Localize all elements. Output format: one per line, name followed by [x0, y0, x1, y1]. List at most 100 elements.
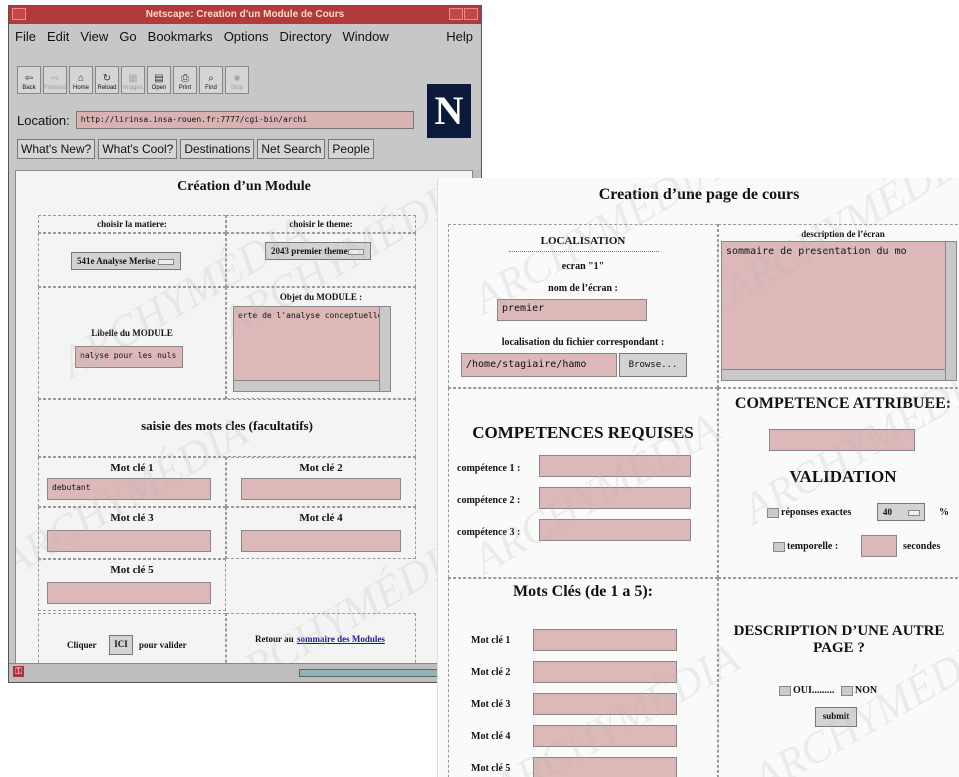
description-label: description de l’écran — [801, 229, 885, 239]
forward-button[interactable]: ⇨ Forward — [43, 66, 67, 94]
people-button[interactable]: People — [328, 139, 374, 159]
temporelle-input[interactable] — [861, 535, 897, 557]
reponses-label: réponses exactes — [781, 507, 852, 518]
reponses-select[interactable]: 40 — [877, 503, 925, 521]
page-content: Création d’un Module choisir la matiere:… — [15, 170, 473, 664]
retour-cell: Retour au sommaire des Modules — [226, 613, 416, 663]
whats-new-button[interactable]: What's New? — [17, 139, 96, 159]
keyword2-input[interactable] — [241, 478, 401, 500]
motcle5-input[interactable] — [533, 757, 677, 777]
temporelle-row: temporelle : — [773, 541, 838, 552]
submit-button[interactable]: submit — [815, 707, 857, 727]
motcle1-input[interactable] — [533, 629, 677, 651]
toolbar: ⇦ Back ⇨ Forward ⌂ Home ↻ Reload ▦ Images ▤ Open ⎙ Pr… — [17, 66, 249, 94]
reponses-checkbox[interactable] — [767, 507, 779, 518]
stop-button[interactable]: ■ Stop — [225, 66, 249, 94]
reload-button[interactable]: ↻ Reload — [95, 66, 119, 94]
objet-textarea[interactable]: erte de l'analyse conceptuelle — [233, 306, 391, 392]
location-input[interactable]: http://lirinsa.insa-rouen.fr:7777/cgi-bi… — [75, 111, 414, 129]
validation-cell: COMPETENCE ATTRIBUEE: VALIDATION réponse… — [718, 388, 959, 578]
motcle1-label: Mot clé 1 — [471, 635, 511, 646]
maximize-button[interactable] — [464, 8, 478, 20]
libelle-input[interactable]: nalyse pour les nuls — [75, 346, 183, 368]
status-bar: ⚿ — [9, 663, 481, 682]
matiere-select[interactable]: 541e Analyse Merise — [71, 252, 181, 270]
keyword2-cell: Mot clé 2 — [226, 457, 416, 507]
keyword1-input[interactable]: debutant — [47, 478, 211, 500]
toolbar-button-label: Open — [151, 85, 167, 91]
window-menu-button[interactable] — [12, 8, 26, 20]
print-button[interactable]: ⎙ Print — [173, 66, 197, 94]
motcle2-input[interactable] — [533, 661, 677, 683]
menu-view[interactable]: View — [80, 29, 108, 44]
theme-cell: 2043 premier theme — [226, 233, 416, 287]
motscles-title: Mots Clés (de 1 a 5): — [513, 583, 653, 600]
destinations-button[interactable]: Destinations — [180, 139, 255, 159]
validation-title: VALIDATION — [789, 467, 897, 486]
keyword3-label: Mot clé 3 — [110, 512, 154, 524]
competence2-label: compétence 2 : — [457, 495, 521, 506]
theme-select[interactable]: 2043 premier theme — [265, 242, 371, 260]
autre-page-cell: DESCRIPTION D’UNE AUTRE PAGE ? OUI......… — [718, 578, 959, 777]
competence-attribuee-input[interactable] — [769, 429, 915, 451]
menu-window[interactable]: Window — [343, 29, 389, 44]
keywords-title-cell: saisie des mots cles (facultatifs) — [38, 399, 416, 457]
menu-help[interactable]: Help — [446, 29, 473, 44]
temporelle-checkbox[interactable] — [773, 541, 785, 552]
theme-label: choisir le theme: — [289, 219, 353, 229]
description-vscrollbar[interactable] — [945, 242, 956, 380]
nom-label: nom de l’écran : — [548, 283, 618, 294]
motcle4-input[interactable] — [533, 725, 677, 747]
menu-options[interactable]: Options — [224, 29, 269, 44]
keyword3-input[interactable] — [47, 530, 211, 552]
oui-label: OUI......... — [793, 685, 835, 696]
back-button[interactable]: ⇦ Back — [17, 66, 41, 94]
objet-label: Objet du MODULE : — [279, 292, 363, 302]
divider — [509, 251, 659, 252]
toolbar-button-label: Find — [205, 85, 217, 91]
objet-vscrollbar[interactable] — [379, 307, 390, 391]
reponses-select-value: 40 — [883, 507, 892, 517]
keyword5-input[interactable] — [47, 582, 211, 604]
description-textarea-text: sommaire de presentation du mo — [726, 246, 907, 257]
home-button[interactable]: ⌂ Home — [69, 66, 93, 94]
sommaire-link[interactable]: sommaire des Modules — [297, 634, 385, 644]
objet-cell: Objet du MODULE : erte de l'analyse conc… — [226, 287, 416, 399]
theme-label-cell: choisir le theme: — [226, 215, 416, 233]
competence2-input[interactable] — [539, 487, 691, 509]
images-button[interactable]: ▦ Images — [121, 66, 145, 94]
competence1-input[interactable] — [539, 455, 691, 477]
menu-bookmarks[interactable]: Bookmarks — [148, 29, 213, 44]
menu-go[interactable]: Go — [119, 29, 136, 44]
nom-input[interactable]: premier — [497, 299, 647, 321]
objet-hscrollbar[interactable] — [234, 380, 380, 391]
description-textarea[interactable]: sommaire de presentation du mo — [721, 241, 957, 381]
find-button[interactable]: ⌕ Find — [199, 66, 223, 94]
net-search-button[interactable]: Net Search — [257, 139, 326, 159]
forward-arrow-icon: ⇨ — [50, 73, 60, 84]
menu-edit[interactable]: Edit — [47, 29, 69, 44]
menu-file[interactable]: File — [15, 29, 36, 44]
whats-cool-button[interactable]: What's Cool? — [98, 139, 178, 159]
oui-checkbox[interactable] — [779, 685, 791, 696]
non-checkbox[interactable] — [840, 685, 853, 696]
fichier-input[interactable]: /home/stagiaire/hamo — [461, 353, 617, 377]
keyword5-cell: Mot clé 5 — [38, 559, 226, 611]
competence3-input[interactable] — [539, 519, 691, 541]
directory-buttons: What's New? What's Cool? Destinations Ne… — [17, 139, 374, 159]
secondes-label: secondes — [903, 541, 941, 552]
minimize-button[interactable] — [449, 8, 463, 20]
competence-attribuee-title: COMPETENCE ATTRIBUEE: — [734, 395, 952, 412]
non-label: NON — [854, 685, 878, 696]
libelle-label: Libelle du MODULE — [91, 328, 173, 338]
motcle3-input[interactable] — [533, 693, 677, 715]
module-title: Création d’un Module — [177, 179, 311, 194]
ici-button[interactable]: ICI — [109, 635, 133, 655]
description-hscrollbar[interactable] — [722, 369, 946, 380]
open-button[interactable]: ▤ Open — [147, 66, 171, 94]
browse-button[interactable]: Browse... — [619, 353, 687, 377]
matiere-select-value: 541e Analyse Merise — [77, 256, 156, 266]
title-bar[interactable]: Netscape: Creation d'un Module de Cours — [9, 6, 481, 24]
keyword4-input[interactable] — [241, 530, 401, 552]
menu-directory[interactable]: Directory — [280, 29, 332, 44]
